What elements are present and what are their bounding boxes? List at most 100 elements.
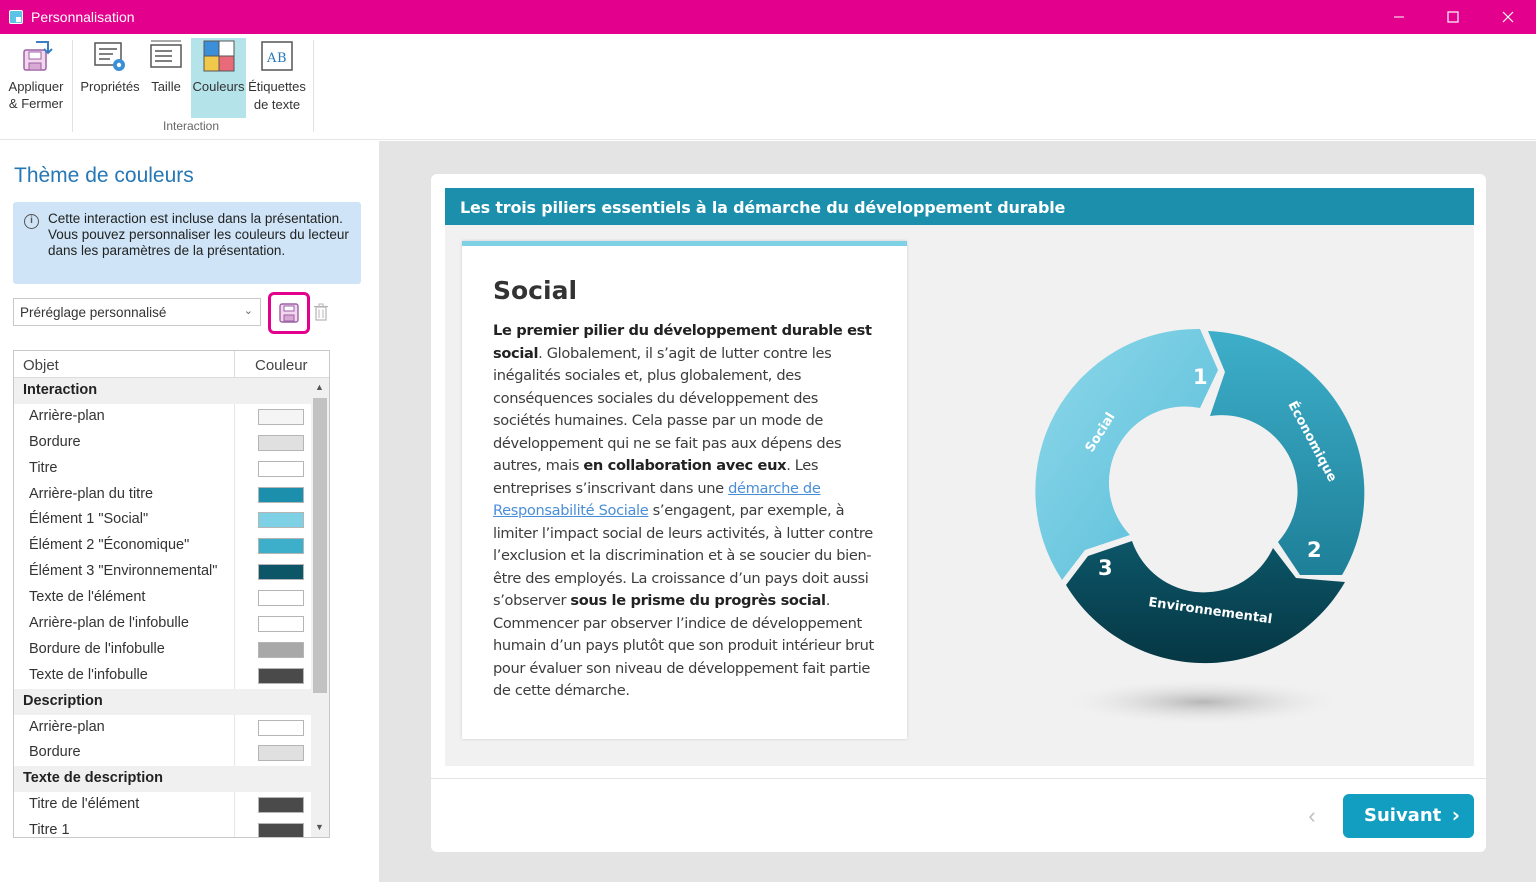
properties-button[interactable]: Propriétés (78, 38, 142, 116)
color-swatch[interactable] (258, 590, 304, 607)
color-swatch[interactable] (258, 823, 304, 837)
row-label: Arrière-plan (29, 718, 105, 735)
color-swatch[interactable] (258, 512, 304, 529)
description-panel: Social Le premier pilier du développemen… (462, 241, 907, 739)
row-label: Arrière-plan de l'infobulle (29, 615, 189, 632)
scroll-thumb[interactable] (313, 398, 327, 693)
table-row[interactable]: Élément 2 "Économique" (14, 533, 311, 560)
color-swatch[interactable] (258, 745, 304, 762)
group-label: Texte de description (23, 770, 163, 787)
size-button[interactable]: Taille (144, 38, 188, 116)
table-row[interactable]: Élément 1 "Social" (14, 507, 311, 534)
color-swatch[interactable] (258, 434, 304, 451)
segment-number-2: 2 (1307, 538, 1322, 562)
ribbon-toolbar: Appliquer & Fermer Propriétés Taille Cou… (0, 34, 1536, 140)
color-swatch[interactable] (258, 538, 304, 555)
svg-text:B: B (277, 51, 287, 66)
table-row[interactable]: Texte de l'élément (14, 585, 311, 612)
column-divider (234, 533, 235, 560)
row-label: Arrière-plan (29, 407, 105, 424)
table-group-header: Interaction (14, 378, 311, 404)
body-text-1: . Globalement, il s’agit de lutter contr… (493, 344, 842, 475)
color-swatch[interactable] (258, 460, 304, 477)
table-row[interactable]: Titre (14, 455, 311, 482)
next-label: Suivant (1364, 805, 1442, 826)
group-label: Interaction (23, 382, 98, 398)
maximize-icon (1447, 11, 1459, 23)
close-button[interactable] (1480, 0, 1536, 34)
save-preset-button[interactable] (268, 292, 310, 334)
column-divider (234, 740, 235, 767)
text-labels-button[interactable]: A B Étiquettes de texte (247, 38, 307, 116)
minimize-button[interactable] (1371, 0, 1427, 34)
table-scrollbar[interactable]: ▲ ▼ (311, 378, 329, 837)
group-label: Description (23, 692, 103, 709)
apply-close-button[interactable]: Appliquer & Fermer (4, 38, 68, 116)
table-row[interactable]: Arrière-plan (14, 714, 311, 741)
table-row[interactable]: Texte de l'infobulle (14, 662, 311, 689)
window-title-bar: Personnalisation (0, 0, 1536, 34)
diagram-shadow (1068, 680, 1338, 724)
trash-icon[interactable] (313, 303, 329, 321)
table-row[interactable]: Arrière-plan du titre (14, 481, 311, 508)
panel-title: Thème de couleurs (14, 164, 194, 187)
column-divider (234, 585, 235, 612)
svg-text:A: A (266, 51, 277, 66)
table-row[interactable]: Bordure (14, 740, 311, 767)
color-swatch[interactable] (258, 641, 304, 658)
column-divider (234, 792, 235, 819)
row-label: Bordure (29, 744, 81, 761)
table-row[interactable]: Bordure (14, 429, 311, 456)
row-label: Titre de l'élément (29, 796, 140, 813)
color-swatch[interactable] (258, 408, 304, 425)
color-swatch[interactable] (258, 797, 304, 814)
column-divider (234, 636, 235, 663)
color-swatch[interactable] (258, 719, 304, 736)
segment-economique[interactable] (1208, 331, 1365, 575)
table-row[interactable]: Arrière-plan (14, 403, 311, 430)
color-swatch[interactable] (258, 486, 304, 503)
segment-number-3: 3 (1098, 556, 1113, 580)
table-group-header: Description (14, 688, 311, 715)
colors-button[interactable]: Couleurs (191, 38, 246, 118)
chevron-left-icon: ‹ (1308, 803, 1316, 828)
scroll-down-icon[interactable]: ▼ (315, 822, 324, 832)
table-row[interactable]: Élément 3 "Environnemental" (14, 559, 311, 586)
row-label: Arrière-plan du titre (29, 485, 154, 502)
segment-number-1: 1 (1193, 365, 1208, 389)
save-icon (279, 303, 299, 323)
column-divider (234, 714, 235, 741)
color-table-rows: Interaction Arrière-plan Bordure Titre Arriè… (14, 378, 311, 837)
minimize-icon (1394, 16, 1404, 18)
preset-dropdown[interactable]: Préréglage personnalisé ⌄ (13, 298, 261, 326)
table-row[interactable]: Titre 1 (14, 818, 311, 837)
description-body: Le premier pilier du développement durab… (493, 320, 875, 703)
properties-icon (94, 42, 125, 71)
window-title: Personnalisation (31, 9, 135, 25)
column-divider (234, 507, 235, 534)
column-header-color[interactable]: Couleur (255, 357, 308, 374)
color-swatch[interactable] (258, 667, 304, 684)
scroll-up-icon[interactable]: ▲ (315, 382, 324, 392)
table-row[interactable]: Arrière-plan de l'infobulle (14, 611, 311, 637)
ribbon-group-label: Interaction (163, 119, 220, 133)
column-header-object[interactable]: Objet (23, 357, 59, 374)
segment-social[interactable] (1035, 328, 1218, 580)
table-row[interactable]: Titre de l'élément (14, 792, 311, 819)
color-swatch[interactable] (258, 616, 304, 633)
row-label: Bordure (29, 433, 81, 450)
color-table-header: Objet Couleur (14, 351, 329, 378)
footer-divider (431, 778, 1486, 779)
maximize-button[interactable] (1425, 0, 1481, 34)
column-divider (234, 662, 235, 689)
properties-label: Propriétés (80, 79, 140, 94)
chevron-down-icon: ⌄ (243, 305, 253, 317)
row-label: Texte de l'élément (29, 589, 146, 606)
color-theme-panel: Thème de couleurs i Cette interaction es… (0, 141, 379, 882)
next-button[interactable]: Suivant › (1343, 794, 1474, 838)
table-row[interactable]: Bordure de l'infobulle (14, 636, 311, 663)
app-icon (9, 10, 23, 24)
color-swatch[interactable] (258, 564, 304, 581)
previous-button[interactable]: ‹ (1300, 802, 1324, 830)
column-divider (234, 351, 235, 378)
